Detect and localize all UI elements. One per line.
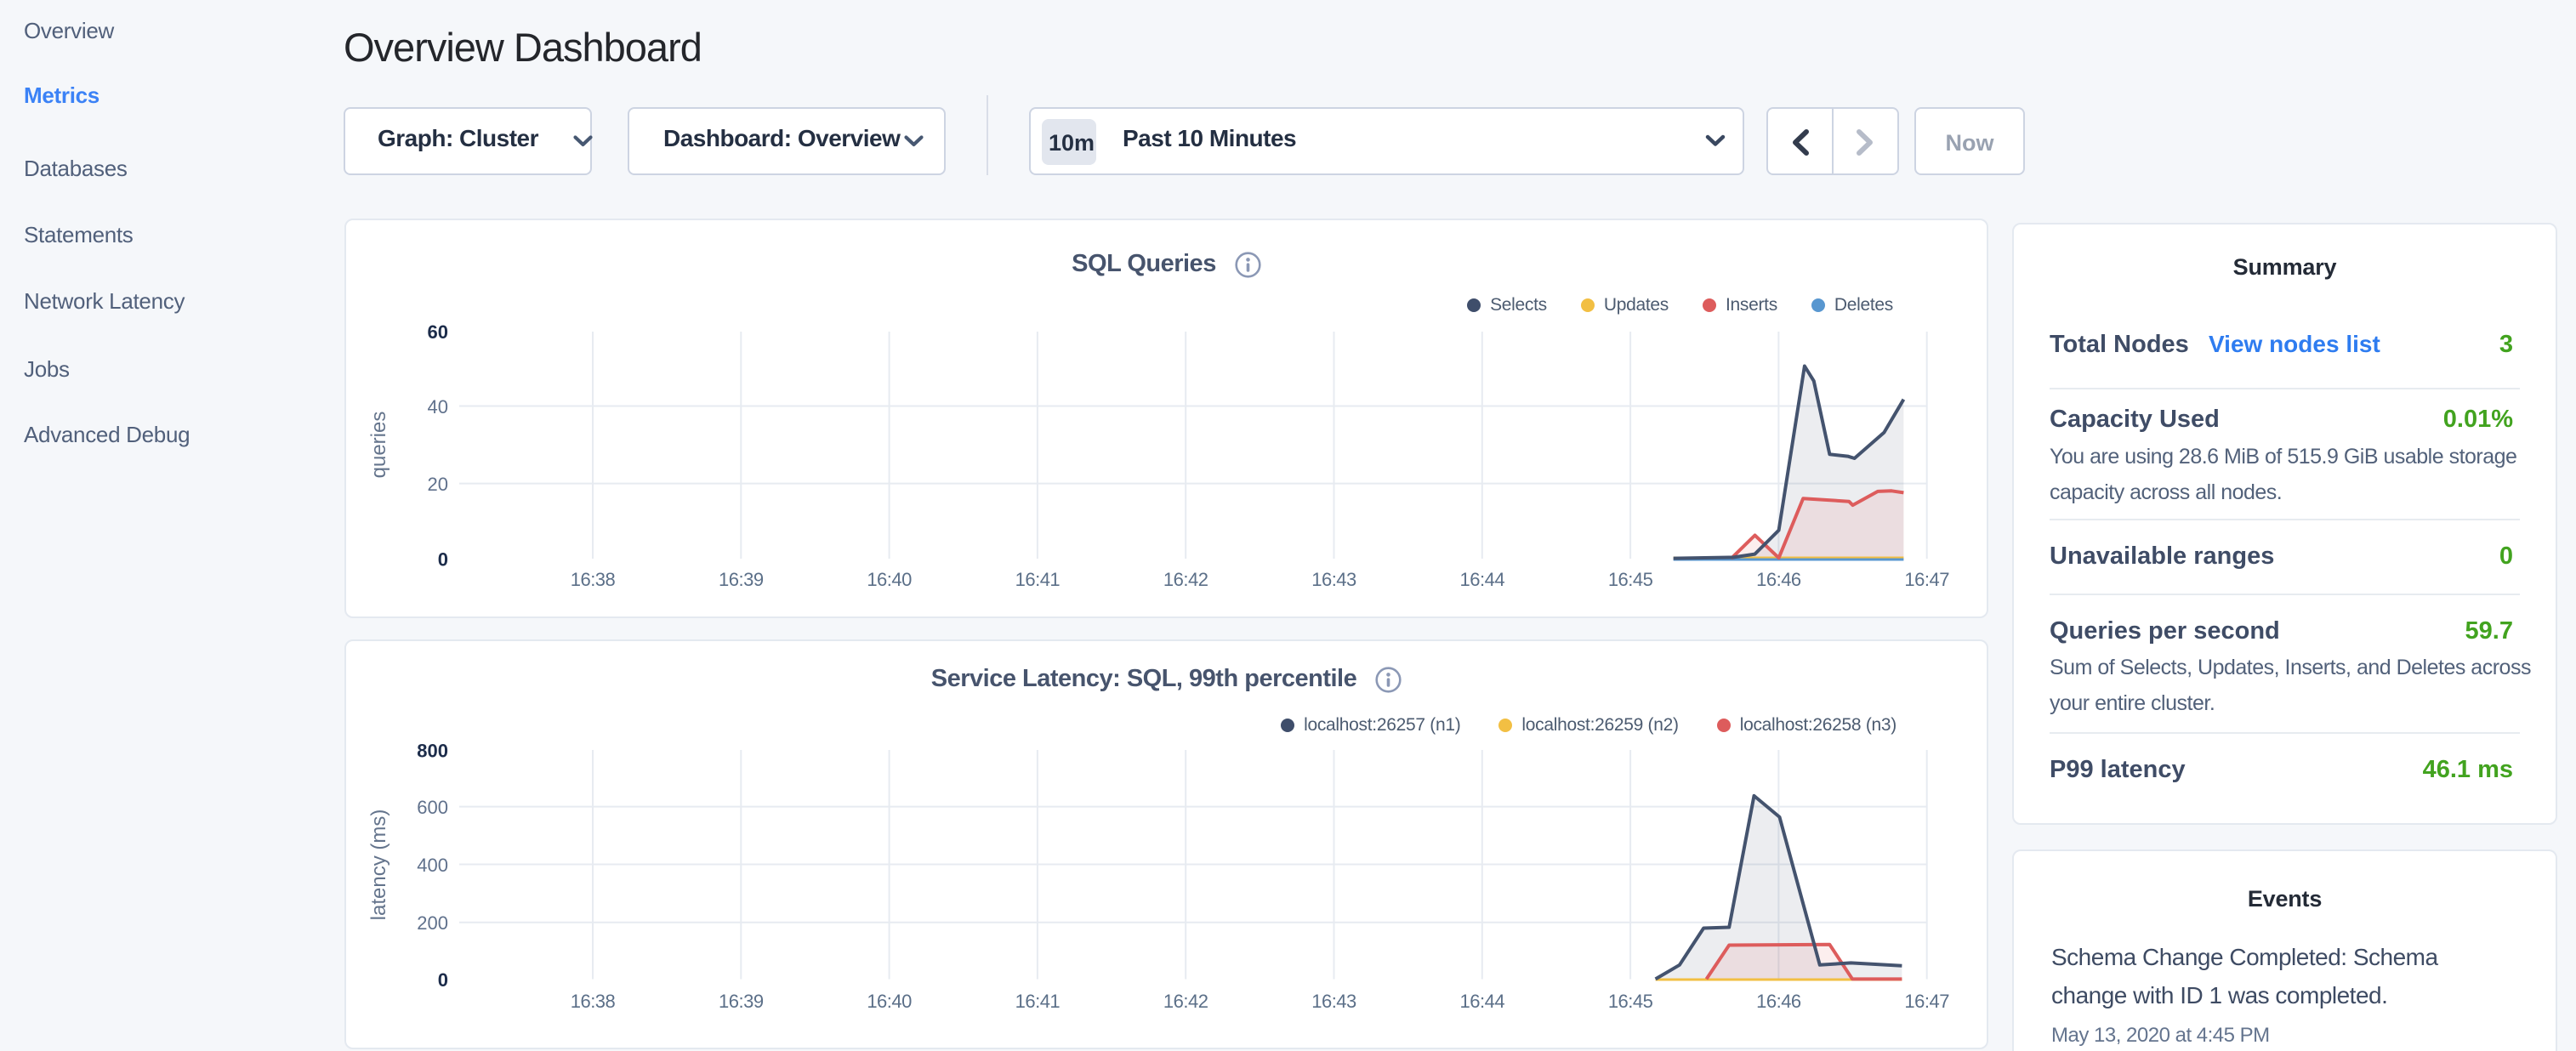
svg-text:16:47: 16:47 — [1904, 569, 1949, 590]
svg-text:16:47: 16:47 — [1904, 991, 1949, 1012]
svg-text:60: 60 — [428, 321, 448, 343]
svg-text:200: 200 — [417, 912, 448, 934]
svg-text:16:39: 16:39 — [719, 569, 764, 590]
svg-text:16:40: 16:40 — [867, 991, 912, 1012]
svg-text:16:38: 16:38 — [571, 991, 616, 1012]
svg-text:16:44: 16:44 — [1460, 569, 1505, 590]
svg-text:16:41: 16:41 — [1015, 569, 1061, 590]
svg-text:16:42: 16:42 — [1163, 991, 1208, 1012]
svg-text:16:45: 16:45 — [1608, 569, 1653, 590]
svg-text:16:46: 16:46 — [1756, 991, 1801, 1012]
svg-text:queries: queries — [367, 412, 390, 479]
svg-text:16:46: 16:46 — [1756, 569, 1801, 590]
svg-text:16:40: 16:40 — [867, 569, 912, 590]
svg-text:16:43: 16:43 — [1311, 569, 1356, 590]
svg-text:400: 400 — [417, 855, 448, 876]
svg-text:0: 0 — [438, 548, 448, 570]
svg-text:600: 600 — [417, 797, 448, 818]
svg-text:20: 20 — [428, 474, 448, 495]
svg-text:40: 40 — [428, 396, 448, 418]
svg-text:0: 0 — [438, 969, 448, 991]
svg-text:16:44: 16:44 — [1460, 991, 1505, 1012]
svg-text:800: 800 — [417, 740, 448, 761]
svg-text:latency (ms): latency (ms) — [367, 810, 390, 921]
svg-text:16:41: 16:41 — [1015, 991, 1061, 1012]
svg-text:16:45: 16:45 — [1608, 991, 1653, 1012]
svg-text:16:42: 16:42 — [1163, 569, 1208, 590]
svg-text:16:43: 16:43 — [1311, 991, 1356, 1012]
svg-text:16:38: 16:38 — [571, 569, 616, 590]
svg-text:16:39: 16:39 — [719, 991, 764, 1012]
